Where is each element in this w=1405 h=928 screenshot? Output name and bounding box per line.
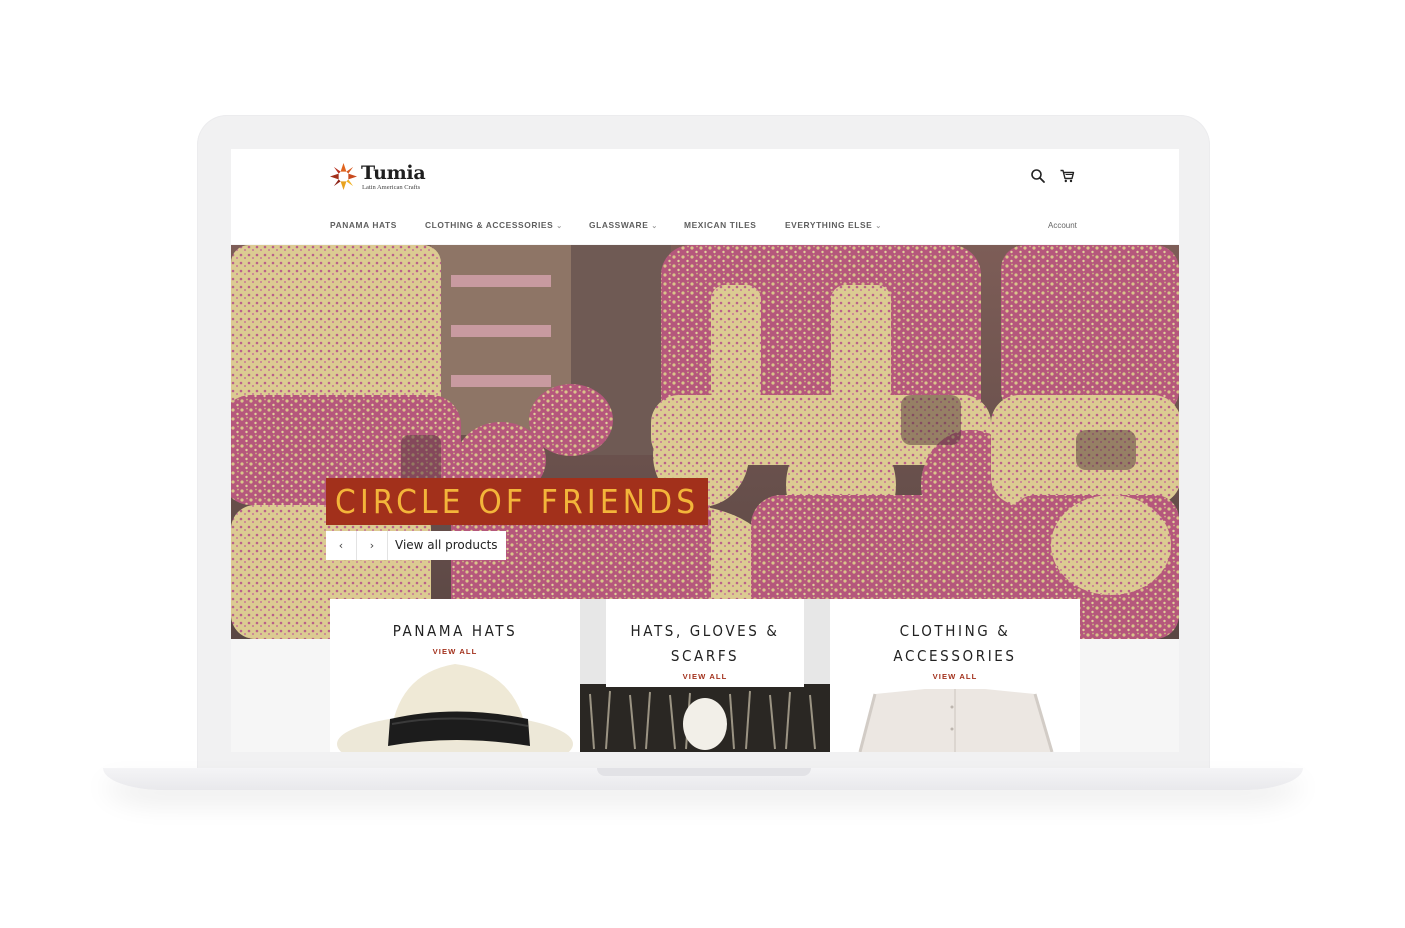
nav-clothing-accessories[interactable]: CLOTHING & ACCESSORIES ⌄ (425, 220, 563, 230)
collection-view-all-link[interactable]: VIEW ALL (330, 647, 580, 656)
collection-title: PANAMA HATS (392, 622, 518, 640)
chevron-down-icon: ⌄ (556, 223, 563, 230)
collection-card-panama-hats[interactable]: PANAMA HATS VIEW ALL (330, 599, 580, 752)
chevron-down-icon: ⌄ (875, 223, 882, 230)
panama-hat-image (330, 664, 580, 752)
nav-label: EVERYTHING ELSE (785, 220, 873, 230)
nav-label: CLOTHING & ACCESSORIES (425, 220, 554, 230)
nav-mexican-tiles[interactable]: MEXICAN TILES (684, 220, 756, 230)
collection-title-line1: CLOTHING & (899, 622, 1011, 640)
hero-title: CIRCLE OF FRIENDS (326, 478, 709, 525)
nav-label: PANAMA HATS (330, 220, 397, 230)
nav-panama-hats[interactable]: PANAMA HATS (330, 220, 397, 230)
chevron-right-icon: › (369, 539, 375, 552)
collection-card-hats-gloves-scarfs[interactable]: HATS, GLOVES & SCARFS VIEW ALL (580, 599, 830, 752)
logo-tagline: Latin American Crafts (362, 184, 421, 191)
hero-controls: ‹ › View all products (326, 531, 506, 560)
nav-label: GLASSWARE (589, 220, 649, 230)
browser-screen: Tumia Latin American Crafts PANAMA HATS … (231, 149, 1179, 752)
slide-next-button[interactable]: › (357, 531, 388, 560)
site-logo[interactable]: Tumia Latin American Crafts (329, 161, 439, 193)
collection-view-all-link[interactable]: VIEW ALL (580, 672, 830, 681)
search-icon[interactable] (1030, 168, 1046, 184)
nav-glassware[interactable]: GLASSWARE ⌄ (589, 220, 658, 230)
site-header: Tumia Latin American Crafts (231, 149, 1179, 206)
main-nav: PANAMA HATS CLOTHING & ACCESSORIES ⌄ GLAS… (231, 205, 1179, 244)
chevron-down-icon: ⌄ (651, 223, 658, 230)
cart-icon[interactable] (1059, 168, 1075, 184)
hero-slideshow: CIRCLE OF FRIENDS ‹ › View all products (231, 245, 1179, 639)
laptop-notch (597, 768, 811, 776)
shirt-image (830, 689, 1080, 752)
collection-title-line1: HATS, GLOVES & (630, 622, 780, 640)
account-link[interactable]: Account (1048, 221, 1077, 230)
collection-title-line2: SCARFS (670, 647, 740, 665)
slide-prev-button[interactable]: ‹ (326, 531, 357, 560)
view-all-products-link[interactable]: View all products (388, 531, 506, 560)
collection-title-line2: ACCESSORIES (893, 647, 1017, 665)
nav-everything-else[interactable]: EVERYTHING ELSE ⌄ (785, 220, 882, 230)
logo-name: Tumia (361, 162, 426, 184)
nav-label: MEXICAN TILES (684, 220, 757, 230)
chevron-left-icon: ‹ (338, 539, 344, 552)
collection-view-all-link[interactable]: VIEW ALL (830, 672, 1080, 681)
star-logo-icon (329, 162, 358, 191)
collection-card-clothing-accessories[interactable]: CLOTHING & ACCESSORIES VIEW ALL (830, 599, 1080, 752)
hero-image (231, 245, 1179, 639)
